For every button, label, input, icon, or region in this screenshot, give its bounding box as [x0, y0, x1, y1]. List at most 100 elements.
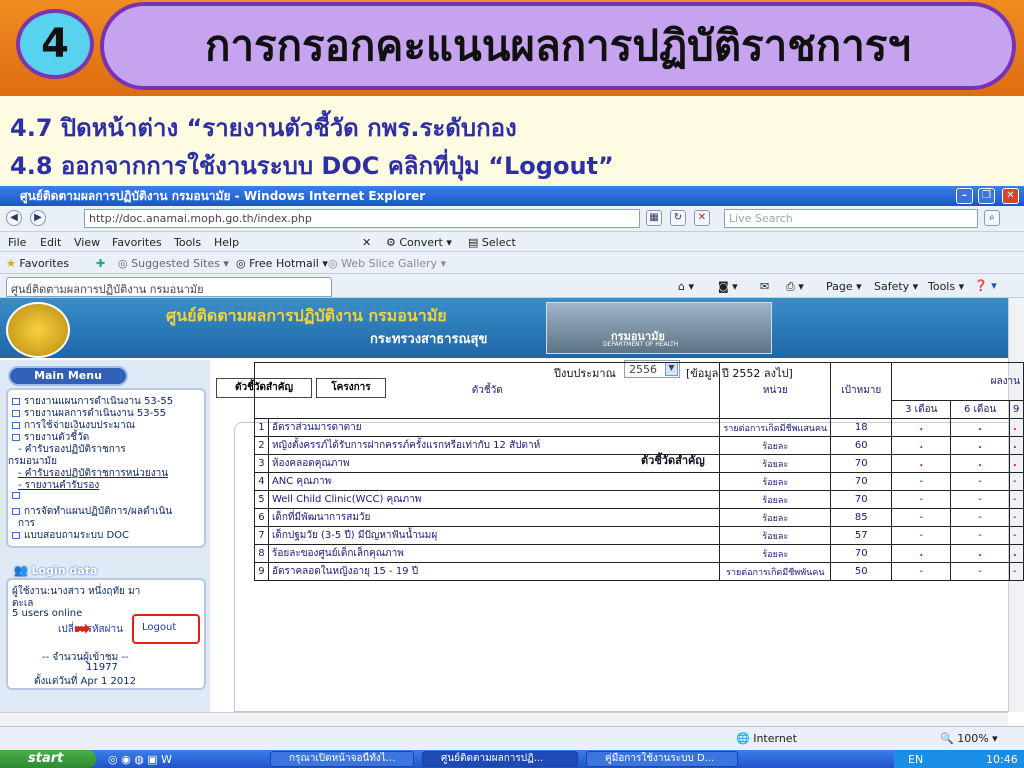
minimize-icon[interactable]: –	[956, 188, 973, 204]
home-icon[interactable]: ⌂ ▾	[678, 280, 694, 293]
main-menu-header: Main Menu	[8, 366, 128, 386]
address-toolbar: ◀ ▶ http://doc.anamai.moph.go.th/index.p…	[0, 206, 1024, 232]
feeds-icon[interactable]: ◙ ▾	[718, 280, 738, 293]
fav-link-webslice[interactable]: ◎ Web Slice Gallery ▾	[328, 257, 446, 270]
cell-no: 5	[254, 490, 269, 509]
login-data-header: 👥 Login data	[14, 564, 98, 577]
taskbar-item-3[interactable]: คู่มือการใช้งานระบบ D...	[586, 751, 738, 767]
cell-m3: -	[891, 526, 952, 545]
menu-item-blank[interactable]	[12, 490, 24, 501]
visitors-since: ตั้งแต่วันที่ Apr 1 2012	[34, 676, 137, 687]
menu-item-action-plan[interactable]: การจัดทำแผนปฏิบัติการ/ผลดำเนิน	[12, 504, 172, 519]
restore-icon[interactable]: ❐	[978, 188, 995, 204]
table-row: 8 ร้อยละของศูนย์เด็กเล็กคุณภาพ ร้อยละ 70...	[254, 544, 1024, 563]
cell-no: 8	[254, 544, 269, 563]
favorites-bar: ★ Favorites ✚ ◎ Suggested Sites ▾ ◎ Free…	[0, 252, 1024, 274]
cell-name: อัตราส่วนมารดาตาย	[267, 418, 721, 437]
banner-subtitle: กระทรวงสาธารณสุข	[370, 332, 488, 347]
cell-m3: .	[891, 436, 952, 455]
taskbar-item-2[interactable]: ศูนย์ติดตามผลการปฏิ...	[422, 751, 578, 767]
cell-target: 70	[830, 490, 893, 509]
users-online: 5 users online	[12, 608, 83, 619]
sub-header-3m: 3 เดือน	[891, 400, 952, 419]
cell-target: 70	[830, 454, 893, 473]
fav-link-hotmail[interactable]: ◎ Free Hotmail ▾	[236, 257, 328, 270]
menu-favorites[interactable]: Favorites	[112, 236, 162, 249]
col-header-result: ผลงาน	[891, 362, 1024, 401]
print-icon[interactable]: ⎙ ▾	[786, 280, 804, 294]
instruction-line-1: 4.7 ปิดหน้าต่าง “รายงานตัวชี้วัด กพร.ระด…	[10, 114, 517, 142]
back-icon[interactable]: ◀	[6, 210, 22, 226]
close-icon[interactable]: ✕	[1002, 188, 1019, 204]
menu-edit[interactable]: Edit	[40, 236, 61, 249]
help-icon[interactable]: ❓ ▾	[974, 279, 997, 292]
cell-name: ร้อยละของศูนย์เด็กเล็กคุณภาพ	[267, 544, 721, 563]
cell-name: อัตราคลอดในหญิงอายุ 15 - 19 ปี	[267, 562, 721, 581]
start-button[interactable]: start	[0, 750, 96, 768]
taskbar: start ◎ ◉ ◍ ▣ W กรุณาเปิดหน้าจอนี้ทั้งไ.…	[0, 750, 1024, 768]
sub-header-6m: 6 เดือน	[950, 400, 1010, 419]
cell-m3: -	[891, 562, 952, 581]
cell-m3: .	[891, 418, 952, 437]
menu-tools[interactable]: Tools	[174, 236, 201, 249]
horizontal-scrollbar[interactable]	[0, 712, 1008, 726]
fav-link-suggested[interactable]: ◎ Suggested Sites ▾	[118, 257, 229, 270]
cell-m9: .	[1009, 418, 1024, 437]
cell-unit: ร้อยละ	[719, 544, 832, 563]
cell-unit: ร้อยละ	[719, 490, 832, 509]
favorites-button[interactable]: ★ Favorites	[6, 257, 69, 270]
cell-target: 18	[830, 418, 893, 437]
language-indicator[interactable]: EN	[908, 753, 923, 766]
convert-button[interactable]: ⚙ Convert ▾	[386, 236, 452, 249]
cell-target: 70	[830, 544, 893, 563]
zoom-level[interactable]: 🔍 100% ▾	[940, 732, 998, 745]
cell-m3: .	[891, 544, 952, 563]
tools-menu[interactable]: Tools ▾	[928, 280, 964, 293]
page-menu[interactable]: Page ▾	[826, 280, 862, 293]
mail-icon[interactable]: ✉	[760, 280, 769, 293]
add-favorite-icon[interactable]: ✚	[96, 257, 105, 270]
refresh-icon[interactable]: ↻	[670, 210, 686, 226]
search-icon[interactable]: ⌕	[984, 210, 1000, 226]
browser-tab[interactable]: ศูนย์ติดตามผลการปฏิบัติงาน กรมอนามัย	[6, 277, 332, 297]
menu-item-survey[interactable]: แบบสอบถามระบบ DOC	[12, 528, 129, 543]
cell-target: 85	[830, 508, 893, 527]
site-banner: ศูนย์ติดตามผลการปฏิบัติงาน กรมอนามัย กระ…	[0, 298, 1008, 358]
internet-zone: 🌐 Internet	[736, 732, 797, 745]
tab-bar: ศูนย์ติดตามผลการปฏิบัติงาน กรมอนามัย ⌂ ▾…	[0, 274, 1024, 298]
login-box: ผู้ใช้งาน:นางสาว หนึ่งฤทัย มา ตะเล 5 use…	[6, 578, 206, 690]
window-title: ศูนย์ติดตามผลการปฏิบัติงาน กรมอนามัย - W…	[20, 188, 426, 203]
forward-icon[interactable]: ▶	[30, 210, 46, 226]
close-toolbar-icon[interactable]: ✕	[362, 236, 371, 249]
cell-no: 2	[254, 436, 269, 455]
cell-name: ANC คุณภาพ	[267, 472, 721, 491]
compat-icon[interactable]: ▦	[646, 210, 662, 226]
menu-bar: File Edit View Favorites Tools Help ✕ ⚙ …	[0, 232, 1024, 252]
stop-icon[interactable]: ✕	[694, 210, 710, 226]
menu-item-certification-report[interactable]: - รายงานคำรับรอง	[18, 478, 99, 493]
department-logo-icon	[6, 302, 70, 358]
cell-name: เด็กที่มีพัฒนาการสมวัย	[267, 508, 721, 527]
table-row: 6 เด็กที่มีพัฒนาการสมวัย ร้อยละ 85- - -	[254, 508, 1024, 527]
safety-menu[interactable]: Safety ▾	[874, 280, 918, 293]
users-icon: 👥	[14, 564, 28, 577]
select-button[interactable]: ▤ Select	[468, 236, 516, 249]
search-input[interactable]: Live Search	[724, 209, 978, 228]
status-bar: 🌐 Internet 🔍 100% ▾	[0, 726, 1024, 750]
cell-m3: -	[891, 508, 952, 527]
cell-unit: ร้อยละ	[719, 436, 832, 455]
menu-help[interactable]: Help	[214, 236, 239, 249]
cell-unit: ร้อยละ	[719, 526, 832, 545]
system-tray: EN 10:46	[894, 750, 1024, 768]
taskbar-item-1[interactable]: กรุณาเปิดหน้าจอนี้ทั้งไ...	[270, 751, 414, 767]
cell-name: เด็กปฐมวัย (3-5 ปี) มีปัญหาฟันน้ำนมผุ	[267, 526, 721, 545]
quick-launch-icons[interactable]: ◎ ◉ ◍ ▣ W	[108, 753, 172, 766]
address-input[interactable]: http://doc.anamai.moph.go.th/index.php	[84, 209, 640, 228]
cell-m9: -	[1009, 508, 1024, 527]
cell-m6: .	[950, 418, 1010, 437]
menu-file[interactable]: File	[8, 236, 26, 249]
menu-view[interactable]: View	[74, 236, 100, 249]
cell-m6: .	[950, 454, 1010, 473]
visitors-count: 11977	[86, 662, 118, 673]
logout-link[interactable]: Logout	[142, 622, 176, 633]
